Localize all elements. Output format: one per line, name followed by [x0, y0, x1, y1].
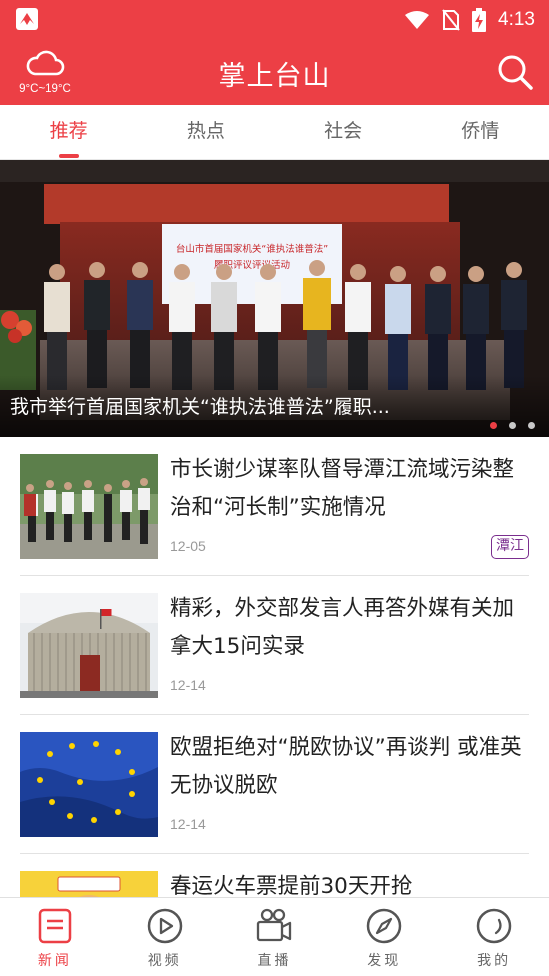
- news-icon: [38, 908, 72, 944]
- profile-icon: [476, 908, 512, 944]
- nav-discover[interactable]: 发现: [329, 898, 439, 976]
- banner-caption: 我市举行首届国家机关“谁执法谁普法”履职...: [0, 375, 549, 437]
- search-button[interactable]: [495, 52, 535, 92]
- news-item[interactable]: 欧盟拒绝对“脱欧协议”再谈判 或准英无协议脱欧 12-14: [20, 715, 529, 854]
- nav-profile[interactable]: 我的: [439, 898, 549, 976]
- tab-overseas[interactable]: 侨情: [412, 105, 549, 159]
- nav-video[interactable]: 视频: [110, 898, 220, 976]
- app-title: 掌上台山: [218, 61, 331, 92]
- news-date: 12-14: [170, 816, 206, 832]
- status-time: 4:13: [498, 9, 535, 30]
- news-tag[interactable]: 潭江: [491, 535, 529, 559]
- news-thumbnail: [20, 732, 158, 837]
- nav-label: 新闻: [37, 953, 72, 969]
- news-title: 春运火车票提前30天开抢: [170, 874, 413, 897]
- app-header: 9°C~19°C 掌上台山: [0, 40, 549, 105]
- compass-icon: [367, 908, 402, 944]
- category-tabs: 推荐 热点 社会 侨情: [0, 105, 549, 160]
- banner-caption-text: 我市举行首届国家机关“谁执法谁普法”履职...: [10, 396, 390, 418]
- news-date: 12-14: [170, 677, 206, 693]
- carousel-indicator: [490, 422, 535, 429]
- no-sim-icon: [442, 9, 460, 31]
- carousel-dot[interactable]: [490, 422, 497, 429]
- news-thumbnail: [20, 593, 158, 698]
- nav-label: 视频: [147, 953, 182, 969]
- news-title: 欧盟拒绝对“脱欧协议”再谈判 或准英无协议脱欧: [170, 735, 522, 798]
- news-date: 12-05: [170, 538, 206, 554]
- banner-carousel[interactable]: 台山市首届国家机关“谁执法谁普法” 履职评议评议活动 我市举行首届国家机关“谁执…: [0, 160, 549, 437]
- camera-icon: [257, 908, 292, 942]
- news-title: 精彩，外交部发言人再答外媒有关加拿大15问实录: [170, 596, 515, 659]
- news-title: 市长谢少谋率队督导潭江流域污染整治和“河长制”实施情况: [170, 457, 515, 520]
- nav-label: 我的: [477, 953, 512, 969]
- app-notification-icon: [16, 8, 38, 30]
- news-thumbnail: [20, 871, 158, 897]
- nav-label: 直播: [257, 953, 292, 969]
- status-bar: 4:13: [0, 0, 549, 40]
- backdrop-title-line1: 台山市首届国家机关“谁执法谁普法”: [176, 243, 328, 255]
- tab-recommended[interactable]: 推荐: [0, 105, 137, 159]
- wifi-icon: [405, 11, 430, 29]
- news-item[interactable]: 春运火车票提前30天开抢: [20, 854, 529, 897]
- tab-society[interactable]: 社会: [275, 105, 412, 159]
- news-item[interactable]: 市长谢少谋率队督导潭江流域污染整治和“河长制”实施情况 12-05 潭江: [20, 437, 529, 576]
- nav-live[interactable]: 直播: [220, 898, 330, 976]
- tab-hot[interactable]: 热点: [137, 105, 274, 159]
- nav-news[interactable]: 新闻: [0, 898, 110, 976]
- news-thumbnail: [20, 454, 158, 559]
- bottom-navigation: 新闻 视频 直播 发现 我的: [0, 897, 549, 976]
- news-item[interactable]: 精彩，外交部发言人再答外媒有关加拿大15问实录 12-14: [20, 576, 529, 715]
- play-icon: [147, 908, 182, 944]
- carousel-dot[interactable]: [509, 422, 516, 429]
- battery-charging-icon: [472, 8, 487, 32]
- search-icon: [498, 55, 533, 90]
- carousel-dot[interactable]: [528, 422, 535, 429]
- news-list: 市长谢少谋率队督导潭江流域污染整治和“河长制”实施情况 12-05 潭江 精彩，…: [0, 437, 549, 897]
- nav-label: 发现: [367, 953, 402, 969]
